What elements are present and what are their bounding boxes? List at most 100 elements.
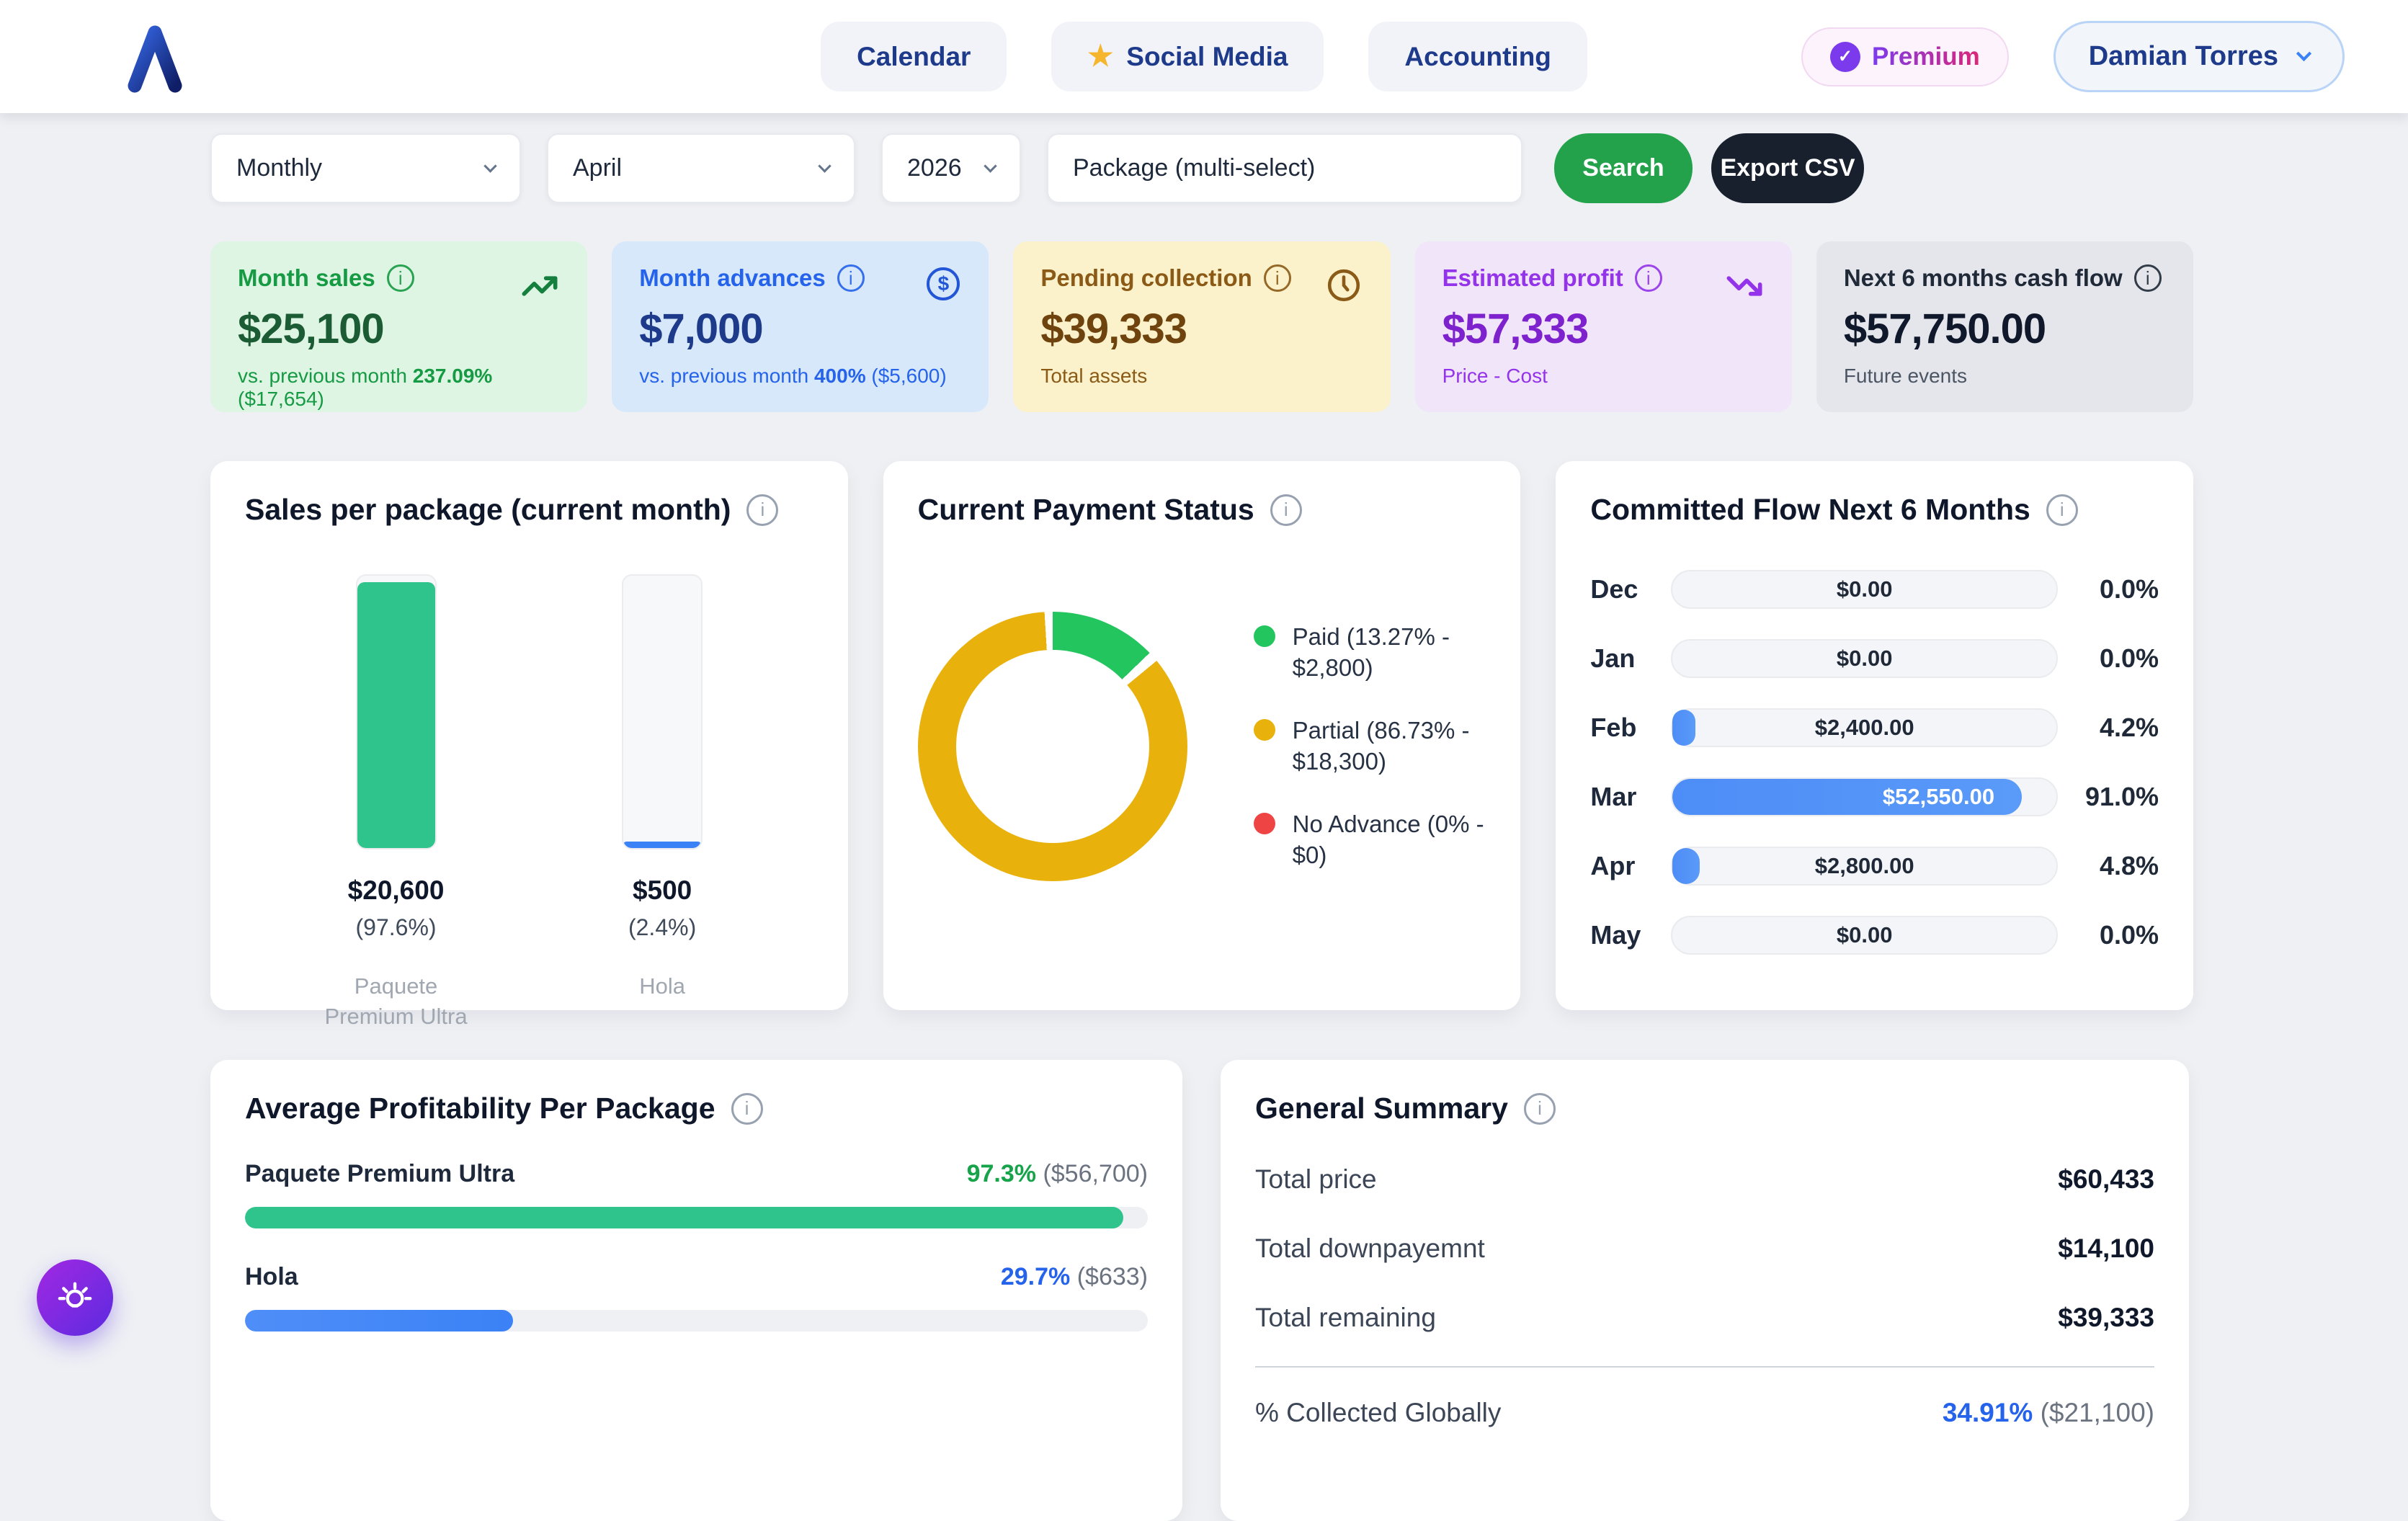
kpi-subtext: vs. previous month 400% ($5,600) [639,365,961,388]
summary-row-total-downpayment: Total downpayemnt $14,100 [1255,1234,2154,1264]
flow-bar-value: $52,550.00 [1883,784,2022,810]
period-select-value: Monthly [236,154,322,182]
flow-percent: 91.0% [2084,782,2159,812]
chevron-down-icon [984,159,996,172]
search-button[interactable]: Search [1554,133,1693,203]
info-icon[interactable] [2046,494,2078,526]
package-name: Hola [245,1263,298,1291]
period-select[interactable]: Monthly [210,133,521,203]
divider [1255,1366,2154,1368]
info-icon[interactable] [1524,1093,1556,1125]
legend-label: Partial (86.73% - $18,300) [1293,715,1486,777]
committed-flow-chart: Dec $0.00 0.0% Jan $0.00 0.0% Feb [1590,570,2159,955]
summary-row-total-price: Total price $60,433 [1255,1164,2154,1195]
export-csv-button[interactable]: Export CSV [1711,133,1864,203]
bar-value: $500 [633,875,692,906]
kpi-value: $57,750.00 [1844,305,2166,353]
premium-badge: Premium [1801,27,2009,86]
month-label: Feb [1590,713,1671,743]
star-icon [1087,42,1113,72]
user-menu-button[interactable]: Damian Torres [2054,21,2345,92]
flow-row-may: May $0.00 0.0% [1590,916,2159,955]
flow-bar-value: $0.00 [1672,917,2056,953]
sales-bar-chart: $20,600 (97.6%) Paquete Premium Ultra $5… [245,574,813,1032]
year-select[interactable]: 2026 [881,133,1021,203]
panel-title: Sales per package (current month) [245,493,731,527]
kpi-value: $7,000 [639,305,961,353]
kpi-subtext: Price - Cost [1442,365,1765,388]
kpi-title: Next 6 months cash flow [1844,264,2123,292]
payment-status-panel: Current Payment Status Paid (13.27% - $2… [883,461,1521,1010]
info-icon[interactable] [731,1093,763,1125]
month-select[interactable]: April [547,133,855,203]
flow-percent: 4.8% [2084,851,2159,881]
avg-profitability-panel: Average Profitability Per Package Paquet… [210,1060,1182,1521]
kpi-subtext: Future events [1844,365,2166,388]
user-name: Damian Torres [2089,41,2278,72]
info-icon[interactable] [387,264,414,292]
donut-hole [956,650,1149,843]
summary-row-total-remaining: Total remaining $39,333 [1255,1303,2154,1333]
kpi-value: $25,100 [238,305,560,353]
nav-right: Premium Damian Torres [1801,21,2345,92]
check-circle-icon [1830,42,1860,72]
package-multiselect[interactable]: Package (multi-select) [1047,133,1522,203]
premium-label: Premium [1872,43,1980,71]
bar-percent: (97.6%) [356,914,437,941]
panel-title: General Summary [1255,1092,1508,1125]
package-multiselect-placeholder: Package (multi-select) [1073,154,1315,182]
package-name: Paquete Premium Ultra [245,1160,514,1188]
flow-percent: 0.0% [2084,574,2159,605]
profitability-row: Paquete Premium Ultra 97.3% ($56,700) [245,1160,1148,1188]
tab-calendar[interactable]: Calendar [821,22,1007,92]
collected-stats: 34.91% ($21,100) [1943,1398,2154,1428]
info-icon[interactable] [837,264,865,292]
summary-row-collected-globally: % Collected Globally 34.91% ($21,100) [1255,1398,2154,1428]
bar-column: $20,600 (97.6%) Paquete Premium Ultra [281,574,512,1032]
tab-calendar-label: Calendar [857,42,971,72]
month-label: Mar [1590,782,1671,812]
tab-social-media[interactable]: Social Media [1051,22,1324,92]
chevron-down-icon [483,159,496,172]
legend-dot [1254,719,1275,741]
bar-fill [357,582,435,848]
flow-percent: 4.2% [2084,713,2159,743]
panel-title: Average Profitability Per Package [245,1092,715,1125]
flow-percent: 0.0% [2084,643,2159,674]
assistant-fab-button[interactable] [37,1259,113,1336]
flow-bar-track: $0.00 [1671,570,2058,609]
bottom-row: Average Profitability Per Package Paquet… [210,1060,2189,1521]
app-logo-icon[interactable] [119,21,191,93]
kpi-cards: Month sales $25,100 vs. previous month 2… [210,241,2193,412]
legend-item-no-advance: No Advance (0% - $0) [1254,809,1486,871]
bar-label: Paquete Premium Ultra [313,971,479,1032]
legend-label: No Advance (0% - $0) [1293,809,1486,871]
lightbulb-icon [54,1277,96,1319]
info-icon[interactable] [1635,264,1662,292]
bar-fill [623,842,701,848]
legend-item-paid: Paid (13.27% - $2,800) [1254,622,1486,684]
flow-bar-value: $2,800.00 [1672,848,2056,884]
month-label: Dec [1590,574,1671,605]
committed-flow-panel: Committed Flow Next 6 Months Dec $0.00 0… [1556,461,2193,1010]
legend-dot [1254,813,1275,834]
flow-bar-track: $2,800.00 [1671,847,2058,886]
flow-bar-fill: $52,550.00 [1672,779,2022,815]
info-icon[interactable] [2134,264,2162,292]
donut-legend: Paid (13.27% - $2,800) Partial (86.73% -… [1254,622,1486,870]
legend-label: Paid (13.27% - $2,800) [1293,622,1486,684]
month-select-value: April [573,154,622,182]
kpi-estimated-profit: Estimated profit $57,333 Price - Cost [1415,241,1792,412]
info-icon[interactable] [1270,494,1302,526]
package-stats: 29.7% ($633) [1001,1263,1148,1291]
nav-tabs: Calendar Social Media Accounting [821,22,1587,92]
flow-percent: 0.0% [2084,920,2159,950]
panel-title: Current Payment Status [918,493,1254,527]
tab-accounting-label: Accounting [1404,42,1551,72]
flow-bar-value: $0.00 [1672,571,2056,607]
info-icon[interactable] [1264,264,1291,292]
tab-accounting[interactable]: Accounting [1368,22,1587,92]
profitability-bar-track [245,1310,1148,1332]
info-icon[interactable] [746,494,778,526]
bar-percent: (2.4%) [628,914,696,941]
